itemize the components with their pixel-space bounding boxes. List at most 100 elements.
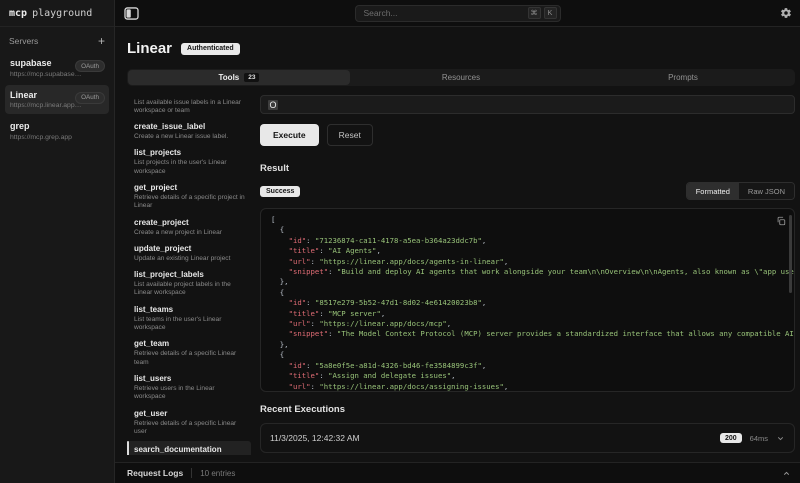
tool-item[interactable]: list_teams List teams in the user's Line…: [127, 303, 251, 336]
topbar: ⌘ K: [115, 0, 800, 27]
k-key-icon: K: [544, 7, 557, 19]
chevron-down-icon[interactable]: [776, 434, 785, 443]
execution-row[interactable]: 11/3/2025, 12:42:32 AM 200 64ms: [260, 423, 795, 453]
logo-playground: playground: [32, 8, 92, 19]
tool-name: get_user: [134, 409, 245, 419]
tool-description: List available project labels in the Lin…: [134, 281, 245, 298]
tool-name: list_projects: [134, 148, 245, 158]
chevron-up-icon[interactable]: [782, 469, 791, 478]
code-scrollbar-thumb[interactable]: [789, 215, 792, 293]
logo-mcp: mcp: [9, 8, 27, 19]
oauth-badge: OAuth: [75, 92, 105, 104]
tool-name: get_project: [134, 183, 245, 193]
raw-json-view-button[interactable]: Raw JSON: [739, 183, 794, 199]
tool-item[interactable]: List available issue labels in a Linear …: [127, 95, 251, 118]
json-line: },: [271, 340, 780, 350]
tools-list: List available issue labels in a Linear …: [127, 95, 251, 455]
tool-description: Retrieve details of a specific project i…: [134, 194, 245, 211]
footer-divider: [191, 468, 192, 478]
request-logs-bar[interactable]: Request Logs 10 entries: [115, 462, 800, 483]
json-line: "snippet": "Build and deploy AI agents t…: [271, 267, 780, 277]
server-item[interactable]: Linear https://mcp.linear.app/m... OAuth: [5, 85, 109, 115]
json-line: {: [271, 225, 780, 235]
json-line: "id": "71236874-ca11-4178-a5ea-b364a23dd…: [271, 236, 780, 246]
execution-meta: 200 64ms: [720, 433, 785, 443]
tool-description: Retrieve users in the Linear workspace: [134, 385, 245, 402]
tool-item[interactable]: get_user Retrieve details of a specific …: [127, 407, 251, 440]
json-line: {: [271, 350, 780, 360]
tab-count-badge: 23: [244, 73, 259, 82]
tool-item[interactable]: search_documentation Search Linear's doc…: [127, 441, 251, 455]
content-area: List available issue labels in a Linear …: [127, 95, 795, 455]
server-url: https://mcp.linear.app/m...: [10, 102, 82, 109]
json-code: [ { "id": "71236874-ca11-4178-a5ea-b364a…: [271, 215, 780, 392]
tool-description: Create a new Linear issue label.: [134, 133, 245, 141]
page-header: Linear Authenticated: [127, 40, 800, 57]
tab[interactable]: Prompts: [572, 70, 794, 85]
json-line: "id": "5a8e0f5e-a81d-4326-bd46-fe3584899…: [271, 361, 780, 371]
execution-timestamp: 11/3/2025, 12:42:32 AM: [270, 433, 360, 443]
servers-heading: Servers: [9, 36, 38, 46]
tool-description: List teams in the user's Linear workspac…: [134, 316, 245, 333]
query-input-value: O: [268, 100, 278, 110]
recent-executions-heading: Recent Executions: [260, 404, 795, 415]
add-server-button[interactable]: +: [98, 36, 105, 46]
json-line: "url": "https://linear.app/docs/agents-i…: [271, 257, 780, 267]
reset-button[interactable]: Reset: [327, 124, 373, 146]
action-buttons: Execute Reset: [260, 124, 795, 146]
tool-item[interactable]: get_team Retrieve details of a specific …: [127, 337, 251, 370]
executor-panel: O Execute Reset Result Success Formatted…: [260, 95, 795, 455]
json-result-block[interactable]: [ { "id": "71236874-ca11-4178-a5ea-b364a…: [260, 208, 795, 392]
app-window: mcp playground Servers + supabase https:…: [0, 0, 800, 483]
json-line: "snippet": "The Model Context Protocol (…: [271, 329, 780, 339]
tool-description: Create a new project in Linear: [134, 229, 245, 237]
tab[interactable]: Resources: [350, 70, 572, 85]
page-title: Linear: [127, 40, 172, 57]
recent-executions-list: 11/3/2025, 12:42:32 AM 200 64ms: [260, 415, 795, 453]
server-name: grep: [10, 121, 104, 131]
tool-description: Retrieve details of a specific Linear te…: [134, 350, 245, 367]
tabbar: Tools 23 Resources Prompts: [127, 69, 795, 86]
json-line: "title": "MCP server",: [271, 309, 780, 319]
tool-item[interactable]: list_projects List projects in the user'…: [127, 146, 251, 179]
oauth-badge: OAuth: [75, 60, 105, 72]
execution-duration: 64ms: [750, 434, 768, 443]
tool-item[interactable]: create_issue_label Create a new Linear i…: [127, 120, 251, 144]
settings-gear-icon[interactable]: [780, 7, 792, 19]
json-line: "title": "Assign and delegate issues",: [271, 371, 780, 381]
server-url: https://mcp.supabase.co...: [10, 71, 82, 78]
tool-name: create_project: [134, 218, 245, 228]
sidebar-toggle-icon[interactable]: [124, 7, 139, 20]
tool-name: create_issue_label: [134, 122, 245, 132]
tool-item[interactable]: get_project Retrieve details of a specif…: [127, 181, 251, 214]
formatted-view-button[interactable]: Formatted: [687, 183, 739, 199]
json-line: [: [271, 215, 780, 225]
result-heading: Result: [260, 163, 795, 174]
tool-name: list_teams: [134, 305, 245, 315]
json-line: "url": "https://linear.app/docs/mcp",: [271, 319, 780, 329]
copy-icon[interactable]: [776, 216, 786, 226]
tab[interactable]: Tools 23: [128, 70, 350, 85]
json-line: },: [271, 277, 780, 287]
view-toggle: Formatted Raw JSON: [686, 182, 795, 200]
cmd-key-icon: ⌘: [528, 7, 541, 19]
server-url: https://mcp.grep.app: [10, 134, 82, 141]
execute-button[interactable]: Execute: [260, 124, 319, 146]
tool-description: List projects in the user's Linear works…: [134, 159, 245, 176]
server-item[interactable]: grep https://mcp.grep.app: [5, 116, 109, 146]
server-item[interactable]: supabase https://mcp.supabase.co... OAut…: [5, 53, 109, 83]
tool-item[interactable]: list_users Retrieve users in the Linear …: [127, 372, 251, 405]
json-line: "title": "AI Agents",: [271, 246, 780, 256]
search-input[interactable]: [364, 8, 525, 18]
result-meta-row: Success Formatted Raw JSON: [260, 182, 795, 200]
tool-name: search_documentation: [134, 445, 245, 455]
tool-name: list_users: [134, 374, 245, 384]
tool-item[interactable]: create_project Create a new project in L…: [127, 216, 251, 240]
success-badge: Success: [260, 186, 300, 197]
query-input[interactable]: O: [260, 95, 795, 114]
server-list: supabase https://mcp.supabase.co... OAut…: [0, 53, 114, 146]
tool-item[interactable]: list_project_labels List available proje…: [127, 268, 251, 301]
tool-item[interactable]: update_project Update an existing Linear…: [127, 242, 251, 266]
tool-description: Update an existing Linear project: [134, 255, 245, 263]
tool-name: update_project: [134, 244, 245, 254]
